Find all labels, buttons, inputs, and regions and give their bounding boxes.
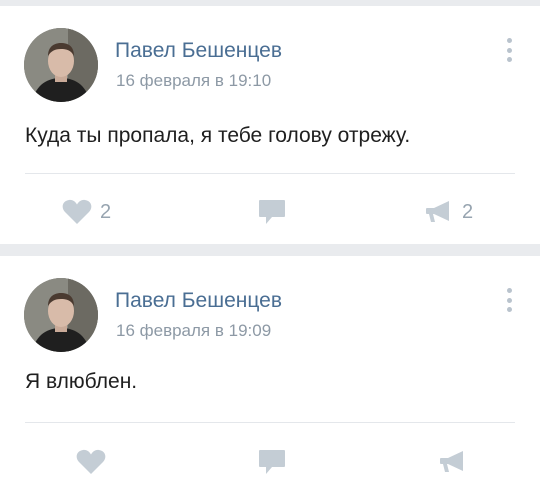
post-date[interactable]: 16 февраля в 19:09 — [116, 321, 271, 341]
like-button[interactable]: 2 — [62, 192, 111, 232]
like-button[interactable] — [76, 442, 106, 482]
comment-button[interactable] — [258, 192, 286, 232]
heart-icon — [76, 449, 106, 474]
more-vertical-icon[interactable] — [502, 36, 516, 64]
post-text: Я влюблен. — [25, 370, 138, 393]
comment-icon — [259, 450, 285, 474]
post-text: Куда ты пропала, я тебе голову отрежу. — [25, 124, 411, 147]
author-name[interactable]: Павел Бешенцев — [115, 289, 282, 313]
post-card: Павел Бешенцев 16 февраля в 19:10 Куда т… — [0, 6, 540, 244]
post-actions — [0, 442, 540, 482]
share-button[interactable] — [438, 442, 468, 482]
avatar[interactable] — [24, 28, 98, 102]
post-card: Павел Бешенцев 16 февраля в 19:09 Я влюб… — [0, 256, 540, 485]
share-count: 2 — [462, 200, 474, 223]
divider — [25, 422, 515, 423]
divider — [25, 173, 515, 174]
share-button[interactable]: 2 — [424, 192, 473, 232]
post-actions: 2 2 — [0, 192, 540, 232]
post-date[interactable]: 16 февраля в 19:10 — [116, 71, 271, 91]
heart-icon — [62, 199, 92, 224]
author-name[interactable]: Павел Бешенцев — [115, 39, 282, 63]
comment-button[interactable] — [258, 442, 286, 482]
megaphone-icon — [426, 201, 449, 222]
news-feed: Павел Бешенцев 16 февраля в 19:10 Куда т… — [0, 0, 540, 485]
more-vertical-icon[interactable] — [502, 286, 516, 314]
comment-icon — [259, 200, 285, 224]
megaphone-icon — [440, 451, 463, 472]
like-count: 2 — [100, 200, 112, 223]
avatar[interactable] — [24, 278, 98, 352]
